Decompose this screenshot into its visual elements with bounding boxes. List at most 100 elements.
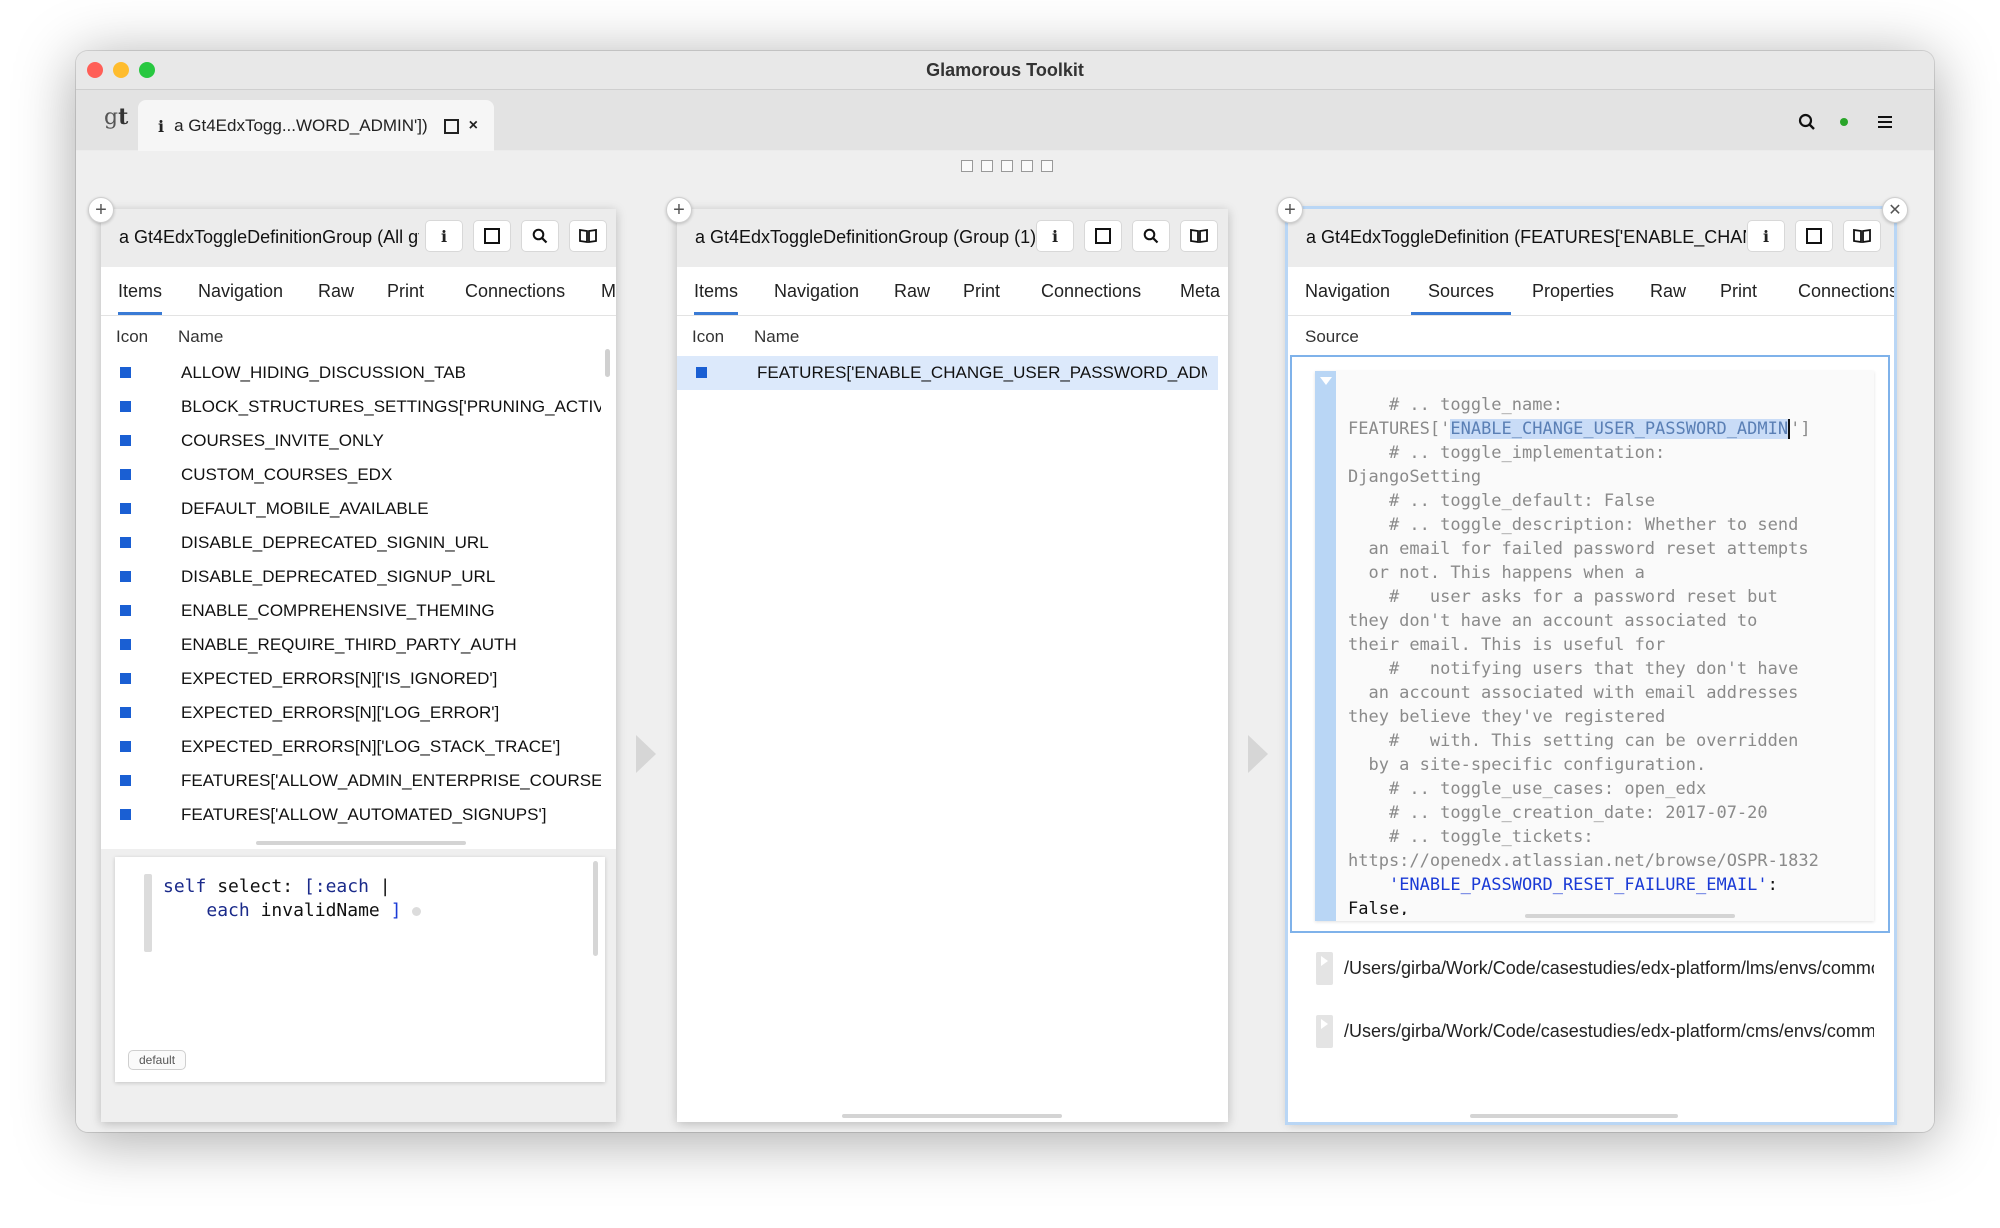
- snippet-scrollbar[interactable]: [593, 861, 598, 956]
- list-item[interactable]: BLOCK_STRUCTURES_SETTINGS['PRUNING_ACTIV…: [101, 390, 609, 424]
- tab-bar: gt i a Gt4EdxTogg...WORD_ADMIN']) ×: [76, 90, 1934, 152]
- close-pane-icon[interactable]: ✕: [1882, 197, 1908, 223]
- tab-properties[interactable]: Properties: [1532, 267, 1614, 315]
- menu-icon[interactable]: [1878, 110, 1892, 134]
- list-item[interactable]: FEATURES['ALLOW_AUTOMATED_SIGNUPS']: [101, 798, 609, 832]
- inspect-button[interactable]: i: [1037, 221, 1073, 251]
- tab-print[interactable]: Print: [387, 267, 424, 315]
- source-code[interactable]: # .. toggle_name: FEATURES['ENABLE_CHANG…: [1348, 395, 1873, 915]
- source-hscrollbar[interactable]: [1525, 914, 1735, 918]
- snippet-code[interactable]: self select: [:each | each invalidName ]: [163, 875, 422, 923]
- zoom-window-button[interactable]: [139, 62, 155, 78]
- gt-logo[interactable]: gt: [104, 104, 128, 130]
- maximize-button[interactable]: [474, 221, 510, 251]
- column-header-name: Name: [754, 327, 800, 346]
- list-bullet-icon: [120, 639, 131, 650]
- pane-right-hscrollbar[interactable]: [1470, 1114, 1678, 1118]
- list-item[interactable]: DEFAULT_MOBILE_AVAILABLE: [101, 492, 609, 526]
- list-item[interactable]: COURSES_INVITE_ONLY: [101, 424, 609, 458]
- tab-connections[interactable]: Connections: [1041, 267, 1141, 315]
- pager-page-5[interactable]: [1041, 160, 1053, 172]
- tab-sources[interactable]: Sources: [1411, 267, 1511, 315]
- pager-page-1[interactable]: [961, 160, 973, 172]
- add-pane-right-icon[interactable]: +: [1277, 197, 1303, 223]
- documentation-button[interactable]: [1844, 221, 1880, 251]
- tab-raw[interactable]: Raw: [894, 267, 930, 315]
- tab-meta[interactable]: Meta: [601, 267, 616, 315]
- file-path-lms[interactable]: /Users/girba/Work/Code/casestudies/edx-p…: [1344, 958, 1874, 979]
- pager-page-4[interactable]: [1021, 160, 1033, 172]
- file-path-cms[interactable]: /Users/girba/Work/Code/casestudies/edx-p…: [1344, 1021, 1874, 1042]
- expand-file-icon[interactable]: [1316, 952, 1333, 985]
- list-item[interactable]: ENABLE_REQUIRE_THIRD_PARTY_AUTH: [101, 628, 609, 662]
- list-item[interactable]: DISABLE_DEPRECATED_SIGNUP_URL: [101, 560, 609, 594]
- list-item[interactable]: EXPECTED_ERRORS[N]['LOG_ERROR']: [101, 696, 609, 730]
- list-item[interactable]: ENABLE_COMPREHENSIVE_THEMING: [101, 594, 609, 628]
- close-window-button[interactable]: [87, 62, 103, 78]
- expand-file-icon[interactable]: [1316, 1015, 1333, 1048]
- source-section-label: Source: [1305, 327, 1359, 346]
- pager-page-2[interactable]: [981, 160, 993, 172]
- list-scrollbar[interactable]: [605, 349, 610, 377]
- tab-navigation[interactable]: Navigation: [1305, 267, 1390, 315]
- pager-page-3[interactable]: [1001, 160, 1013, 172]
- list-item[interactable]: DISABLE_DEPRECATED_SIGNIN_URL: [101, 526, 609, 560]
- maximize-button[interactable]: [1796, 221, 1832, 251]
- snippet-tag[interactable]: default: [128, 1050, 187, 1070]
- source-editor[interactable]: # .. toggle_name: FEATURES['ENABLE_CHANG…: [1315, 371, 1874, 921]
- tab-meta[interactable]: Meta: [1180, 267, 1220, 315]
- tab-inspector[interactable]: i a Gt4EdxTogg...WORD_ADMIN']) ×: [138, 100, 494, 152]
- add-pane-left-icon[interactable]: +: [88, 197, 114, 223]
- tab-items[interactable]: Items: [694, 267, 739, 315]
- tab-raw[interactable]: Raw: [318, 267, 354, 315]
- book-icon: [1853, 229, 1871, 243]
- search-button[interactable]: [1133, 221, 1169, 251]
- source-highlight-tail: ']: [1790, 419, 1811, 439]
- tab-navigation[interactable]: Navigation: [198, 267, 283, 315]
- tab-connections[interactable]: Connections: [1798, 267, 1894, 315]
- source-line: # .. toggle_name:: [1348, 395, 1563, 415]
- list-item[interactable]: EXPECTED_ERRORS[N]['IS_IGNORED']: [101, 662, 609, 696]
- maximize-icon: [1806, 228, 1822, 244]
- search-icon[interactable]: [1798, 110, 1816, 134]
- tab-items[interactable]: Items: [118, 267, 163, 315]
- list-bullet-icon: [120, 435, 131, 446]
- pane-right-tabs: Navigation Sources Properties Raw Print …: [1288, 267, 1894, 316]
- list-bullet-icon: [120, 605, 131, 616]
- search-icon: [1143, 228, 1159, 244]
- list-item[interactable]: EXPECTED_ERRORS[N]['LOG_STACK_TRACE']: [101, 730, 609, 764]
- tab-print[interactable]: Print: [963, 267, 1000, 315]
- list-item[interactable]: ALLOW_HIDING_DISCUSSION_TAB: [101, 356, 609, 390]
- app-window: Glamorous Toolkit gt i a Gt4EdxTogg...WO…: [76, 51, 1934, 1132]
- source-line: https://openedx.atlassian.net/browse/OSP…: [1348, 851, 1819, 871]
- snippet-editor[interactable]: self select: [:each | each invalidName ]…: [115, 857, 605, 1082]
- list-hscrollbar[interactable]: [256, 841, 466, 845]
- list-item[interactable]: FEATURES['ALLOW_ADMIN_ENTERPRISE_COURSE_…: [101, 764, 609, 798]
- list-bullet-icon: [120, 571, 131, 582]
- list-hscrollbar[interactable]: [842, 1114, 1062, 1118]
- minimize-window-button[interactable]: [113, 62, 129, 78]
- search-button[interactable]: [522, 221, 558, 251]
- tab-navigation[interactable]: Navigation: [774, 267, 859, 315]
- code-selector: select:: [217, 876, 294, 897]
- documentation-button[interactable]: [570, 221, 606, 251]
- tab-connections[interactable]: Connections: [465, 267, 565, 315]
- window-controls: [87, 62, 155, 78]
- code-keyword-self: self: [163, 876, 207, 897]
- source-line: # .. toggle_default: False: [1348, 491, 1656, 511]
- tab-print[interactable]: Print: [1720, 267, 1757, 315]
- add-pane-middle-icon[interactable]: +: [666, 197, 692, 223]
- close-tab-icon[interactable]: ×: [469, 117, 478, 135]
- inspect-button[interactable]: i: [426, 221, 462, 251]
- list-item[interactable]: CUSTOM_COURSES_EDX: [101, 458, 609, 492]
- maximize-button[interactable]: [1085, 221, 1121, 251]
- source-line: False,: [1348, 899, 1410, 915]
- inspect-button[interactable]: i: [1748, 221, 1784, 251]
- pane-middle-tabs: Items Navigation Raw Print Connections M…: [677, 267, 1228, 316]
- source-line: # .. toggle_creation_date: 2017-07-20: [1348, 803, 1768, 823]
- maximize-tab-icon[interactable]: [443, 118, 459, 134]
- documentation-button[interactable]: [1181, 221, 1217, 251]
- tab-raw[interactable]: Raw: [1650, 267, 1686, 315]
- collapse-icon[interactable]: [1320, 377, 1332, 385]
- list-item-selected[interactable]: FEATURES['ENABLE_CHANGE_USER_PASSWORD_AD…: [677, 356, 1218, 390]
